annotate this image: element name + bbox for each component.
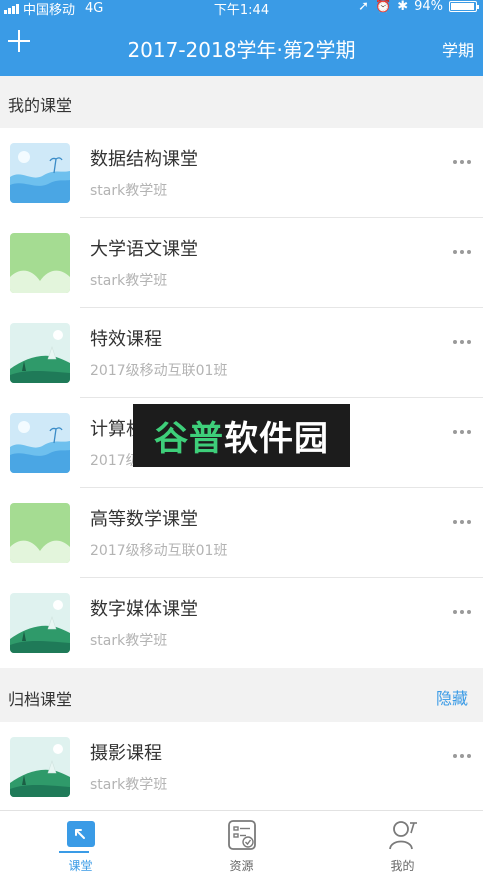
course-card[interactable]: 摄影课程 stark教学班: [0, 722, 483, 812]
course-cover-image: [10, 143, 70, 203]
course-class: stark教学班: [90, 777, 168, 793]
battery-percent: 94%: [414, 0, 443, 14]
course-name: 高等数学课堂: [90, 509, 198, 530]
more-options-icon[interactable]: [453, 246, 471, 258]
more-options-icon[interactable]: [453, 516, 471, 528]
course-cover-image: [10, 233, 70, 293]
more-options-icon[interactable]: [453, 606, 471, 618]
tab-label: 我的: [390, 859, 415, 872]
course-card[interactable]: 特效课程 2017级移动互联01班: [0, 308, 483, 398]
tab-bar: 课堂 资源 我的: [0, 810, 483, 872]
more-options-icon[interactable]: [453, 426, 471, 438]
more-options-icon[interactable]: [453, 156, 471, 168]
archived-courses-header: 归档课堂 隐藏: [0, 670, 483, 720]
course-cover-image: [10, 737, 70, 797]
my-courses-header: 我的课堂: [0, 76, 483, 126]
alarm-icon: ⏰: [375, 0, 392, 14]
status-bar: 中国移动 4G 下午1:44 ➚ ⏰ ✱ 94%: [0, 0, 483, 18]
course-class: stark教学班: [90, 273, 168, 289]
hide-archived-button[interactable]: 隐藏: [436, 685, 468, 709]
course-class: 2017级移动互联01班: [90, 363, 228, 379]
course-class: stark教学班: [90, 633, 168, 649]
nav-bar: 2017-2018学年·第2学期 学期: [0, 16, 483, 76]
course-name: 数字媒体课堂: [90, 599, 198, 620]
course-name: 摄影课程: [90, 743, 162, 764]
course-cover-image: [10, 323, 70, 383]
bluetooth-icon: ✱: [397, 0, 409, 14]
course-name: 数据结构课堂: [90, 149, 198, 170]
course-card[interactable]: 数据结构课堂 stark教学班: [0, 128, 483, 218]
page-title: 2017-2018学年·第2学期: [127, 38, 356, 62]
section-title: 我的课堂: [8, 96, 73, 115]
course-cover-image: [10, 413, 70, 473]
tab-resources[interactable]: 资源: [161, 811, 322, 872]
course-card[interactable]: 数字媒体课堂 stark教学班: [0, 578, 483, 668]
status-right: ➚ ⏰ ✱ 94%: [358, 0, 479, 14]
section-title: 归档课堂: [8, 690, 73, 709]
watermark-logo: 谷普软件园: [133, 404, 350, 467]
course-cover-image: [10, 503, 70, 563]
course-name: 大学语文课堂: [90, 239, 198, 260]
resources-icon: [228, 820, 256, 850]
course-class: stark教学班: [90, 183, 168, 199]
tab-label: 资源: [229, 859, 254, 872]
semester-button[interactable]: 学期: [442, 37, 474, 61]
more-options-icon[interactable]: [453, 750, 471, 762]
location-icon: ➚: [358, 0, 369, 14]
tab-label: 课堂: [68, 859, 93, 872]
course-card[interactable]: 高等数学课堂 2017级移动互联01班: [0, 488, 483, 578]
battery-icon: [449, 1, 479, 12]
tab-classroom[interactable]: 课堂: [0, 811, 161, 872]
tab-profile[interactable]: 我的: [322, 811, 483, 872]
course-name: 特效课程: [90, 329, 162, 350]
watermark-text: 软件园: [224, 419, 329, 459]
classroom-icon: [67, 821, 95, 847]
battery-fill: [451, 3, 474, 10]
watermark-text: 谷普: [154, 419, 224, 459]
profile-icon: [389, 821, 417, 850]
active-tab-indicator: [59, 851, 89, 853]
course-cover-image: [10, 593, 70, 653]
course-class: 2017级移动互联01班: [90, 543, 228, 559]
more-options-icon[interactable]: [453, 336, 471, 348]
course-card[interactable]: 大学语文课堂 stark教学班: [0, 218, 483, 308]
